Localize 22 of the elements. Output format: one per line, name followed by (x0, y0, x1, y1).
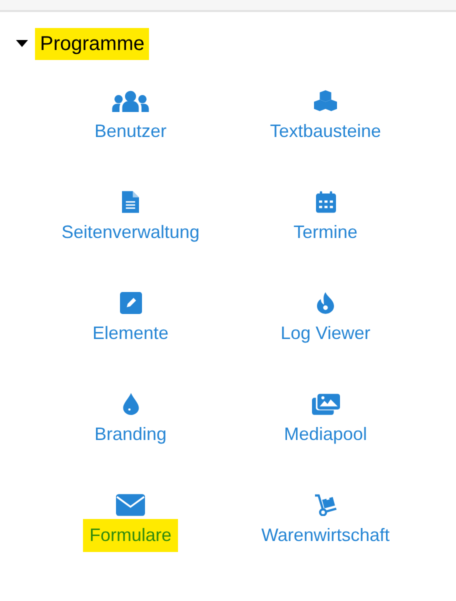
hand-truck-icon (314, 494, 336, 516)
section-title[interactable]: Programme (35, 28, 150, 60)
program-link[interactable]: Formulare (83, 519, 178, 552)
program-link[interactable]: Log Viewer (274, 317, 376, 350)
images-icon (312, 393, 340, 415)
cubes-icon (314, 90, 337, 112)
program-link[interactable]: Textbausteine (264, 115, 388, 148)
program-link[interactable]: Branding (88, 418, 173, 451)
pencil-square-icon (120, 292, 142, 314)
droplet-icon (122, 393, 138, 415)
caret-down-icon[interactable] (16, 40, 28, 48)
program-link[interactable]: Elemente (86, 317, 175, 350)
program-link[interactable]: Termine (287, 216, 364, 249)
program-link[interactable]: Benutzer (88, 115, 173, 148)
envelope-icon (116, 494, 145, 516)
program-link[interactable]: Warenwirtschaft (255, 519, 396, 552)
program-link[interactable]: Mediapool (278, 418, 374, 451)
document-icon (122, 191, 139, 213)
users-icon (112, 90, 149, 112)
program-link[interactable]: Seitenverwaltung (55, 216, 206, 249)
flame-icon (317, 292, 334, 314)
calendar-icon (316, 191, 336, 213)
